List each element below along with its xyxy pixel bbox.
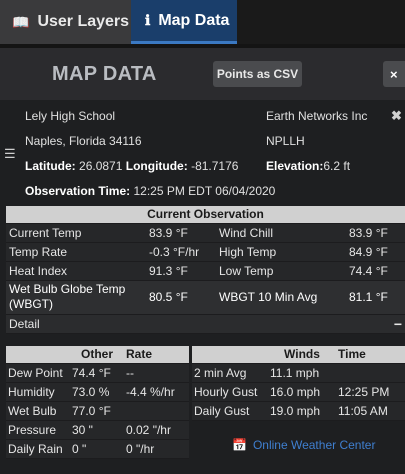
metric-label: High Temp: [216, 242, 346, 262]
tab-user-layers-label: User Layers: [37, 13, 130, 30]
metric-rate: 0 "/hr: [124, 439, 189, 459]
metric-value: 84.9 °F: [346, 242, 405, 262]
table-row: Hourly Gust 16.0 mph 12:25 PM: [192, 382, 405, 402]
table-row: Heat Index 91.3 °F Low Temp 74.4 °F: [6, 261, 405, 281]
book-map-icon: 📖: [12, 13, 30, 30]
elevation-label: Elevation:: [266, 159, 324, 173]
column-header: [192, 346, 268, 364]
station-coordinates: Latitude: 26.0871 Longitude: -81.7176: [25, 159, 238, 173]
elevation: Elevation:6.2 ft: [266, 159, 350, 173]
table-row: Pressure 30 " 0.02 "/hr: [6, 420, 189, 440]
detail-row[interactable]: Detail −: [6, 314, 405, 334]
metric-value: 83.9 °F: [146, 223, 216, 243]
other-table: Other Rate Dew Point 74.4 °F -- Humidity…: [6, 346, 189, 459]
table-row: Humidity 73.0 % -4.4 %/hr: [6, 382, 189, 402]
hamburger-menu-icon[interactable]: ☰: [4, 146, 16, 162]
tab-map-data-label: Map Data: [158, 11, 230, 29]
latitude-value: 26.0871: [79, 159, 123, 173]
close-station-icon[interactable]: ✖: [391, 108, 402, 124]
points-as-csv-button[interactable]: Points as CSV: [213, 61, 302, 87]
close-panel-button[interactable]: ×: [383, 61, 405, 87]
metric-label: Wet Bulb Globe Temp (WBGT): [6, 280, 146, 315]
metric-time: 11:05 AM: [336, 401, 405, 421]
column-header: Winds: [268, 346, 336, 364]
tab-map-data[interactable]: ℹ Map Data: [131, 0, 237, 44]
metric-label: Temp Rate: [6, 242, 146, 262]
metric-rate: --: [124, 363, 189, 383]
observation-time-value: 12:25 PM EDT 06/04/2020: [133, 184, 276, 198]
table-row: Wet Bulb 77.0 °F: [6, 401, 189, 421]
online-weather-center-link[interactable]: 📅 Online Weather Center: [232, 438, 375, 452]
elevation-value: 6.2 ft: [323, 159, 351, 173]
table-row: Dew Point 74.4 °F --: [6, 363, 189, 383]
metric-value: 74.4 °F: [346, 261, 405, 281]
table-row: Current Temp 83.9 °F Wind Chill 83.9 °F: [6, 223, 405, 243]
table-row: 2 min Avg 11.1 mph: [192, 363, 405, 383]
metric-time: 12:25 PM: [336, 382, 405, 402]
metric-value: 73.0 %: [70, 382, 124, 402]
observation-time-label: Observation Time:: [25, 184, 131, 198]
metric-value: 80.5 °F: [146, 280, 216, 315]
metric-label: Current Temp: [6, 223, 146, 243]
detail-label: Detail: [6, 314, 346, 334]
longitude-label: Longitude:: [125, 159, 188, 173]
metric-value: 77.0 °F: [70, 401, 124, 421]
metric-label: Pressure: [6, 420, 70, 440]
provider-name: Earth Networks Inc: [266, 109, 368, 123]
info-icon: ℹ: [145, 12, 151, 28]
tab-bar: 📖 User Layers ℹ Map Data: [0, 0, 405, 44]
metric-label: Humidity: [6, 382, 70, 402]
latitude-label: Latitude:: [25, 159, 76, 173]
metric-label: Heat Index: [6, 261, 146, 281]
metric-rate: 0.02 "/hr: [124, 420, 189, 440]
metric-value: -0.3 °F/hr: [146, 242, 216, 262]
metric-label: Low Temp: [216, 261, 346, 281]
metric-time: [336, 363, 405, 383]
column-header: [6, 346, 70, 364]
metric-value: 30 ": [70, 420, 124, 440]
metric-value: 11.1 mph: [268, 363, 336, 383]
table-row: Daily Gust 19.0 mph 11:05 AM: [192, 401, 405, 421]
current-observation-table: Current Observation Current Temp 83.9 °F…: [6, 206, 405, 334]
metric-label: Daily Gust: [192, 401, 268, 421]
panel-header: MAP DATA Points as CSV ×: [0, 48, 405, 100]
metric-value: 83.9 °F: [346, 223, 405, 243]
metric-label: Wet Bulb: [6, 401, 70, 421]
metric-label: Wind Chill: [216, 223, 346, 243]
winds-table: Winds Time 2 min Avg 11.1 mph Hourly Gus…: [192, 346, 405, 421]
metric-label: 2 min Avg: [192, 363, 268, 383]
current-observation-title: Current Observation: [6, 206, 405, 224]
metric-value: 91.3 °F: [146, 261, 216, 281]
page-title: MAP DATA: [52, 63, 157, 85]
metric-label: WBGT 10 Min Avg: [216, 280, 346, 315]
metric-value: 0 ": [70, 439, 124, 459]
column-header: Other: [70, 346, 124, 364]
table-row: Temp Rate -0.3 °F/hr High Temp 84.9 °F: [6, 242, 405, 262]
station-id: NPLLH: [266, 134, 305, 148]
metric-rate: [124, 401, 189, 421]
metric-label: Daily Rain: [6, 439, 70, 459]
metric-value: 81.1 °F: [346, 280, 405, 315]
metric-label: Dew Point: [6, 363, 70, 383]
station-city: Naples, Florida 34116: [25, 134, 142, 148]
station-name: Lely High School: [25, 109, 116, 123]
column-header: Time: [336, 346, 405, 364]
metric-label: Hourly Gust: [192, 382, 268, 402]
calendar-icon: 📅: [232, 438, 247, 452]
metric-value: 16.0 mph: [268, 382, 336, 402]
column-header: Rate: [124, 346, 189, 364]
tab-user-layers[interactable]: 📖 User Layers: [0, 0, 131, 44]
metric-rate: -4.4 %/hr: [124, 382, 189, 402]
collapse-toggle-icon[interactable]: −: [346, 314, 405, 334]
observation-time: Observation Time: 12:25 PM EDT 06/04/202…: [25, 184, 275, 198]
table-row: Daily Rain 0 " 0 "/hr: [6, 439, 189, 459]
metric-value: 19.0 mph: [268, 401, 336, 421]
link-label: Online Weather Center: [252, 438, 376, 452]
longitude-value: -81.7176: [191, 159, 239, 173]
table-row-wbgt: Wet Bulb Globe Temp (WBGT) 80.5 °F WBGT …: [6, 280, 405, 315]
metric-value: 74.4 °F: [70, 363, 124, 383]
